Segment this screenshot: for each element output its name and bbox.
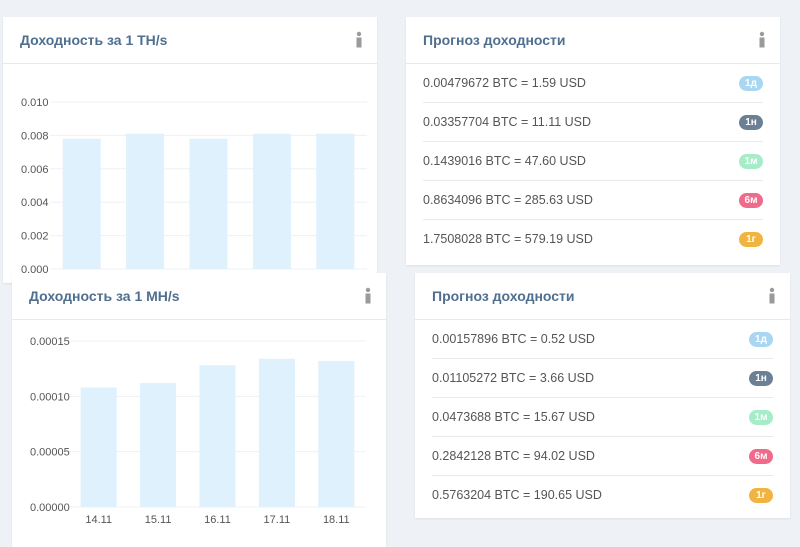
forecast-row: 1.7508028 BTC = 579.19 USD 1г (423, 220, 763, 258)
forecast-value: 0.5763204 BTC = 190.65 USD (432, 488, 602, 502)
th-bar-chart: 0.0000.0020.0040.0060.0080.01014.1115.11… (21, 97, 367, 283)
period-badge: 1м (749, 409, 773, 425)
period-badge: 1н (749, 370, 773, 386)
period-badge: 1г (739, 231, 763, 247)
mh-forecast-header: Прогноз доходности (415, 273, 790, 320)
forecast-row: 0.01105272 BTC = 3.66 USD 1н (432, 359, 773, 398)
period-badge: 1м (739, 153, 763, 169)
th-chart-header: Доходность за 1 TH/s (3, 17, 377, 64)
forecast-value: 0.2842128 BTC = 94.02 USD (432, 449, 595, 463)
mh-chart-panel: Доходность за 1 MH/s 0.00000 0.00005 0.000… (12, 273, 386, 547)
info-icon[interactable] (757, 31, 767, 49)
bar[interactable] (316, 133, 355, 269)
th-forecast-header: Прогноз доходности (406, 17, 780, 64)
bar[interactable] (126, 133, 165, 269)
mh-chart-title: Доходность за 1 MH/s (29, 288, 180, 304)
forecast-value: 0.8634096 BTC = 285.63 USD (423, 193, 593, 207)
forecast-row: 0.00157896 BTC = 0.52 USD 1д (432, 320, 773, 359)
forecast-value: 0.01105272 BTC = 3.66 USD (432, 371, 595, 385)
forecast-value: 0.1439016 BTC = 47.60 USD (423, 154, 586, 168)
x-tick-label: 16.11 (204, 514, 231, 526)
forecast-row: 0.00479672 BTC = 1.59 USD 1д (423, 64, 763, 103)
y-tick-label: 0.002 (21, 231, 49, 243)
bar[interactable] (62, 138, 101, 269)
bar[interactable] (258, 358, 295, 507)
forecast-value: 1.7508028 BTC = 579.19 USD (423, 232, 593, 246)
forecast-row: 0.0473688 BTC = 15.67 USD 1м (432, 398, 773, 437)
y-tick-label: 0.008 (21, 130, 49, 142)
period-badge: 1н (739, 114, 763, 130)
x-tick-label: 18.11 (323, 514, 350, 526)
x-tick-label: 14.11 (85, 514, 112, 526)
forecast-value: 0.0473688 BTC = 15.67 USD (432, 410, 595, 424)
period-badge: 1д (739, 75, 763, 91)
y-tick-label: 0.00015 (30, 336, 70, 348)
mh-forecast-list: 0.00157896 BTC = 0.52 USD 1д 0.01105272 … (415, 320, 790, 514)
y-tick-label: 0.00000 (30, 502, 70, 514)
th-forecast-list: 0.00479672 BTC = 1.59 USD 1д 0.03357704 … (406, 64, 780, 258)
mh-forecast-title: Прогноз доходности (432, 288, 575, 304)
x-tick-label: 15.11 (145, 514, 172, 526)
bar[interactable] (189, 138, 228, 269)
x-tick-label: 17.11 (264, 514, 291, 526)
y-tick-label: 0.010 (21, 97, 49, 109)
y-tick-label: 0.00005 (30, 447, 70, 459)
mh-chart-header: Доходность за 1 MH/s (12, 273, 386, 320)
y-tick-label: 0.006 (21, 164, 49, 176)
forecast-row: 0.03357704 BTC = 11.11 USD 1н (423, 103, 763, 142)
forecast-value: 0.03357704 BTC = 11.11 USD (423, 115, 592, 129)
info-icon[interactable] (767, 287, 777, 305)
period-badge: 1д (749, 331, 773, 347)
bar[interactable] (318, 360, 355, 507)
period-badge: 6м (739, 192, 763, 208)
mh-bar-chart: 0.00000 0.00005 0.00010 0.00015 14.11 15.11 16… (30, 336, 366, 526)
forecast-value: 0.00157896 BTC = 0.52 USD (432, 332, 595, 346)
info-icon[interactable] (354, 31, 364, 49)
forecast-value: 0.00479672 BTC = 1.59 USD (423, 76, 586, 90)
period-badge: 6м (749, 448, 773, 464)
th-chart-panel: Доходность за 1 TH/s 0.000 0.002 0.004 0.00… (3, 17, 377, 283)
forecast-row: 0.5763204 BTC = 190.65 USD 1г (432, 476, 773, 514)
forecast-row: 0.2842128 BTC = 94.02 USD 6м (432, 437, 773, 476)
th-chart-title: Доходность за 1 TH/s (20, 32, 168, 48)
bar[interactable] (80, 387, 117, 507)
bar[interactable] (199, 365, 236, 507)
y-tick-label: 0.00010 (30, 391, 70, 403)
bar[interactable] (252, 133, 291, 269)
th-forecast-title: Прогноз доходности (423, 32, 566, 48)
bar[interactable] (140, 383, 177, 507)
forecast-row: 0.8634096 BTC = 285.63 USD 6м (423, 181, 763, 220)
info-icon[interactable] (363, 287, 373, 305)
y-tick-label: 0.004 (21, 197, 49, 209)
forecast-row: 0.1439016 BTC = 47.60 USD 1м (423, 142, 763, 181)
period-badge: 1г (749, 487, 773, 503)
th-forecast-panel: Прогноз доходности 0.00479672 BTC = 1.59… (406, 17, 780, 265)
mh-forecast-panel: Прогноз доходности 0.00157896 BTC = 0.52… (415, 273, 790, 518)
